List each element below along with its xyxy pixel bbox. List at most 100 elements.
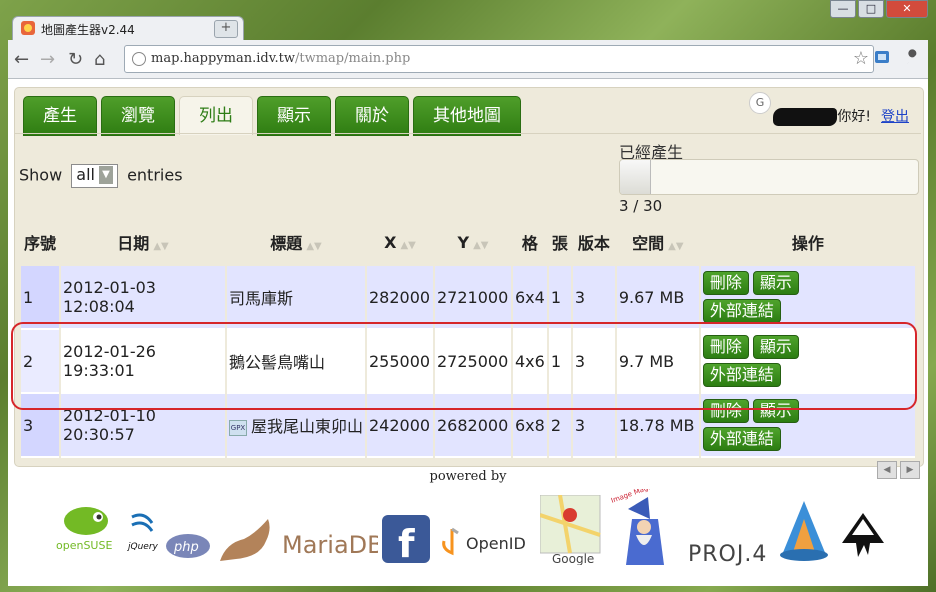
col-header-size[interactable]: 空間 ▲▼ xyxy=(616,218,699,266)
tab-display[interactable]: 顯示 xyxy=(257,96,331,136)
delete-button[interactable]: 刪除 xyxy=(702,399,749,423)
url-path: /twmap/main.php xyxy=(295,51,411,66)
cell-no: 3 xyxy=(21,394,59,458)
opensuse-logo[interactable]: openSUSE xyxy=(54,503,124,553)
entries-select-value: all xyxy=(76,165,95,184)
sort-icon: ▲▼ xyxy=(473,239,489,251)
external-link-button[interactable]: 外部連結 xyxy=(702,299,781,323)
progress-fill xyxy=(620,160,651,194)
blender-cone-icon[interactable] xyxy=(774,499,834,563)
logo-strip: openSUSE jQuery php MariaDB f OpenID Goo… xyxy=(48,489,898,579)
cell-no: 1 xyxy=(21,266,59,330)
gpx-icon: GPX xyxy=(229,419,247,436)
sort-icon: ▲▼ xyxy=(400,239,416,251)
show-button[interactable]: 顯示 xyxy=(752,399,799,423)
cell-version: 3 xyxy=(572,330,615,394)
cell-date-time: 20:30:57 xyxy=(63,425,135,444)
php-logo[interactable]: php xyxy=(164,533,212,559)
wrench-icon[interactable] xyxy=(904,49,922,67)
powered-by-label: powered by xyxy=(429,469,507,484)
cell-x: 242000 xyxy=(367,394,433,458)
cell-size: 18.78 MB xyxy=(616,394,699,458)
imagemagick-proj-logo[interactable]: Image Magick PROJ.4 xyxy=(608,489,768,573)
minimize-button[interactable]: — xyxy=(830,0,856,18)
show-button[interactable]: 顯示 xyxy=(752,335,799,359)
cell-y: 2682000 xyxy=(435,394,511,458)
cell-date-day: 2012-01-26 xyxy=(63,342,156,361)
tab-list[interactable]: 列出 xyxy=(179,96,253,135)
col-header-no-text: 序號 xyxy=(23,234,56,253)
tab-other-maps[interactable]: 其他地圖 xyxy=(413,96,521,136)
inkscape-logo[interactable] xyxy=(840,511,886,561)
col-header-title-text: 標題 xyxy=(270,234,303,253)
cell-date-time: 19:33:01 xyxy=(63,361,135,380)
col-header-x-text: X xyxy=(384,232,397,252)
col-header-grid[interactable]: 格 xyxy=(513,218,547,266)
col-header-no[interactable]: 序號 xyxy=(21,218,59,266)
tab-browse[interactable]: 瀏覽 xyxy=(101,96,175,136)
tab-generate[interactable]: 產生 xyxy=(23,96,97,136)
cell-actions: 刪除 顯示外部連結 xyxy=(700,266,915,330)
delete-button[interactable]: 刪除 xyxy=(702,335,749,359)
col-header-title[interactable]: 標題 ▲▼ xyxy=(227,218,365,266)
col-header-grid-text: 格 xyxy=(521,234,538,253)
col-header-y-text: Y xyxy=(457,232,470,252)
cell-date: 2012-01-10 20:30:57 xyxy=(61,394,225,458)
address-bar[interactable]: map.happyman.idv.tw/twmap/main.php ☆ xyxy=(124,45,874,73)
google-maps-logo[interactable]: Google xyxy=(540,495,602,565)
tab-about[interactable]: 關於 xyxy=(335,96,409,136)
cell-sheets: 1 xyxy=(548,266,571,330)
back-icon[interactable]: ← xyxy=(14,49,29,70)
sort-icon: ▲▼ xyxy=(668,241,684,252)
maximize-button[interactable]: □ xyxy=(858,0,884,18)
col-header-version[interactable]: 版本 xyxy=(572,218,615,266)
cell-sheets: 1 xyxy=(548,330,571,394)
reload-icon[interactable]: ↻ xyxy=(68,49,83,70)
logout-link[interactable]: 登出 xyxy=(881,109,909,125)
col-header-y[interactable]: Y ▲▼ xyxy=(435,218,511,266)
col-header-date-text: 日期 xyxy=(117,234,150,253)
cell-version: 3 xyxy=(572,394,615,458)
page-content: 產生 瀏覽 列出 顯示 關於 其他地圖 G 你好! 登出 Show all ▼ en… xyxy=(8,79,928,586)
chevron-down-icon: ▼ xyxy=(98,166,113,184)
browser-tab[interactable]: 地圖產生器v2.44 xyxy=(12,16,244,41)
cell-size: 9.67 MB xyxy=(616,266,699,330)
col-header-size-text: 空間 xyxy=(632,234,665,253)
table-header-row: 序號 日期 ▲▼ 標題 ▲▼ X ▲▼ Y ▲▼ 格 張 版本 空間 ▲▼ 操作 xyxy=(21,218,915,266)
cell-size: 9.7 MB xyxy=(616,330,699,394)
cell-x: 255000 xyxy=(367,330,433,394)
delete-button[interactable]: 刪除 xyxy=(702,271,749,295)
svg-text:Google: Google xyxy=(552,552,594,565)
cell-date-day: 2012-01-03 xyxy=(63,278,156,297)
mariadb-logo[interactable]: MariaDB xyxy=(216,513,378,569)
sort-icon: ▲▼ xyxy=(306,241,322,252)
forward-icon[interactable]: → xyxy=(40,49,55,70)
external-link-button[interactable]: 外部連結 xyxy=(702,427,781,451)
jquery-logo[interactable]: jQuery xyxy=(126,509,160,559)
cell-date-time: 12:08:04 xyxy=(63,297,135,316)
show-button[interactable]: 顯示 xyxy=(752,271,799,295)
home-icon[interactable]: ⌂ xyxy=(94,49,105,70)
new-tab-button[interactable]: + xyxy=(214,20,238,38)
redacted-username xyxy=(773,108,838,126)
close-window-button[interactable]: ✕ xyxy=(886,0,928,18)
facebook-logo[interactable]: f xyxy=(382,515,430,563)
bookmark-star-icon[interactable]: ☆ xyxy=(853,48,869,69)
favicon-icon xyxy=(21,21,35,35)
external-link-button[interactable]: 外部連結 xyxy=(702,363,781,387)
cell-title: 司馬庫斯 xyxy=(227,266,365,330)
extension-icon[interactable] xyxy=(874,49,892,67)
entries-select[interactable]: all ▼ xyxy=(71,164,118,188)
maps-table: 序號 日期 ▲▼ 標題 ▲▼ X ▲▼ Y ▲▼ 格 張 版本 空間 ▲▼ 操作 1 xyxy=(19,218,917,458)
openid-logo[interactable]: OpenID xyxy=(440,525,532,557)
svg-text:Image Magick: Image Magick xyxy=(610,489,659,505)
table-row: 2 2012-01-26 19:33:01 鵝公髻鳥嘴山 255000 27250… xyxy=(21,330,915,394)
col-header-x[interactable]: X ▲▼ xyxy=(367,218,433,266)
sort-icon: ▲▼ xyxy=(153,241,169,252)
svg-text:openSUSE: openSUSE xyxy=(56,539,112,552)
tab-title: 地圖產生器v2.44 xyxy=(41,23,135,37)
window-controls: — □ ✕ xyxy=(828,0,928,18)
col-header-date[interactable]: 日期 ▲▼ xyxy=(61,218,225,266)
col-header-sheets[interactable]: 張 xyxy=(548,218,571,266)
table-row: 1 2012-01-03 12:08:04 司馬庫斯 282000 2721000… xyxy=(21,266,915,330)
